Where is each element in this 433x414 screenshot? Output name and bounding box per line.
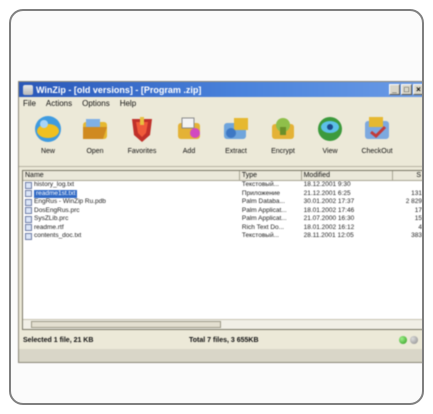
favorites-icon bbox=[132, 117, 152, 142]
horizontal-scrollbar[interactable] bbox=[23, 319, 422, 329]
menu-help[interactable]: Help bbox=[120, 99, 136, 108]
encrypt-icon bbox=[272, 118, 294, 139]
file-type: Palm Databa... bbox=[241, 198, 285, 205]
app-window: WinZip - [old versions] - [Program .zip]… bbox=[18, 81, 422, 363]
rtf-file-icon bbox=[25, 224, 32, 232]
table-row[interactable]: SysZLib.prc Palm Applicat... 21.07.2000 … bbox=[23, 215, 422, 224]
close-icon[interactable]: × bbox=[413, 84, 422, 95]
palm-db-icon bbox=[25, 198, 32, 206]
column-name[interactable]: Name bbox=[23, 171, 240, 180]
file-name: SysZLib.prc bbox=[34, 215, 69, 222]
menu-file[interactable]: File bbox=[23, 99, 36, 108]
file-size: 2 829 bbox=[405, 198, 422, 205]
view-button[interactable]: View bbox=[307, 109, 353, 165]
status-total: Total 7 files, 3 655KB bbox=[189, 336, 259, 344]
column-size[interactable]: S bbox=[393, 171, 422, 180]
menu-bar: File Actions Options Help bbox=[19, 97, 422, 109]
file-type: Palm Applicat... bbox=[241, 206, 287, 214]
column-modified[interactable]: Modified bbox=[302, 171, 394, 180]
list-header: Name Type Modified S bbox=[23, 171, 422, 181]
table-row[interactable]: contents_doc.txt Текстовый... 28.11.2001… bbox=[23, 232, 422, 241]
checkout-icon bbox=[365, 117, 389, 139]
file-size: 15 bbox=[414, 215, 422, 222]
text-file-icon bbox=[25, 181, 32, 189]
table-row[interactable]: readme.rtf Rich Text Do... 18.01.2002 16… bbox=[23, 223, 422, 233]
taskbar-strip bbox=[19, 349, 422, 362]
file-name: readme1st.txt bbox=[34, 189, 78, 198]
palm-app-icon bbox=[25, 207, 32, 215]
title-bar[interactable]: WinZip - [old versions] - [Program .zip]… bbox=[19, 82, 422, 97]
file-type: Текстовый... bbox=[241, 181, 279, 188]
file-modified: 30.01.2002 17:37 bbox=[303, 198, 355, 205]
column-type[interactable]: Type bbox=[240, 171, 302, 180]
encrypt-button[interactable]: Encrypt bbox=[260, 109, 306, 165]
file-type: Rich Text Do... bbox=[241, 223, 285, 231]
file-modified: 21.12.2001 6:25 bbox=[303, 189, 351, 197]
text-file-icon bbox=[25, 232, 32, 240]
table-row[interactable]: EngRus - WinZip Ru.pdb Palm Databa... 30… bbox=[23, 198, 422, 207]
scrollbar-thumb[interactable] bbox=[31, 321, 221, 328]
window-title: WinZip - [old versions] - [Program .zip] bbox=[36, 84, 202, 95]
file-name: readme.rtf bbox=[34, 223, 64, 231]
file-modified: 21.07.2000 16:30 bbox=[303, 215, 355, 222]
open-button[interactable]: Open bbox=[72, 109, 118, 165]
view-icon bbox=[318, 117, 342, 141]
window-controls: _ □ × bbox=[389, 84, 422, 95]
add-button[interactable]: Add bbox=[166, 109, 212, 165]
file-modified: 18.12.2001 9:30 bbox=[303, 181, 351, 188]
maximize-icon[interactable]: □ bbox=[401, 84, 412, 95]
add-files-icon bbox=[178, 117, 200, 139]
table-row[interactable]: DosEngRus.prc Palm Applicat... 18.01.200… bbox=[23, 206, 422, 216]
minimize-icon[interactable]: _ bbox=[389, 84, 400, 95]
file-size bbox=[393, 181, 422, 190]
status-selected: Selected 1 file, 21 KB bbox=[23, 336, 94, 344]
file-size: 383 bbox=[411, 232, 422, 239]
file-size: 17 bbox=[414, 206, 422, 214]
menu-options[interactable]: Options bbox=[82, 99, 110, 108]
palm-app-icon bbox=[25, 215, 32, 223]
extract-icon bbox=[224, 118, 248, 139]
favorites-button[interactable]: Favorites bbox=[119, 109, 165, 165]
photo-frame: WinZip - [old versions] - [Program .zip]… bbox=[9, 9, 424, 405]
app-icon bbox=[23, 84, 33, 95]
file-name: contents_doc.txt bbox=[34, 232, 82, 239]
file-type: Текстовый... bbox=[241, 232, 279, 239]
file-type: Приложение bbox=[241, 189, 281, 197]
file-type: Palm Applicat... bbox=[241, 215, 287, 222]
status-indicators bbox=[399, 336, 418, 344]
checkout-button[interactable]: CheckOut bbox=[354, 109, 400, 165]
new-button[interactable]: New bbox=[25, 109, 71, 165]
new-archive-icon bbox=[35, 116, 61, 142]
file-size: 4 bbox=[418, 223, 422, 231]
file-name: EngRus - WinZip Ru.pdb bbox=[34, 198, 106, 205]
file-size: 131 bbox=[411, 189, 422, 197]
file-list[interactable]: Name Type Modified S history_log.txt Тек… bbox=[22, 170, 422, 330]
menu-actions[interactable]: Actions bbox=[46, 99, 72, 108]
status-bar: Selected 1 file, 21 KB Total 7 files, 3 … bbox=[19, 333, 422, 347]
table-row[interactable]: readme1st.txt Приложение 21.12.2001 6:25… bbox=[23, 189, 422, 198]
status-light-icon bbox=[399, 336, 407, 344]
file-modified: 28.11.2001 12:05 bbox=[303, 232, 354, 239]
toolbar: New Open Favorites Add Extract Encrypt V… bbox=[19, 109, 422, 167]
file-name: history_log.txt bbox=[34, 181, 75, 188]
app-file-icon bbox=[25, 190, 32, 198]
open-archive-icon bbox=[83, 119, 107, 139]
file-name: DosEngRus.prc bbox=[34, 206, 80, 214]
status-light-icon bbox=[410, 336, 418, 344]
extract-button[interactable]: Extract bbox=[213, 109, 259, 165]
file-modified: 18.01.2002 16:12 bbox=[303, 223, 355, 231]
table-row[interactable]: history_log.txt Текстовый... 18.12.2001 … bbox=[23, 181, 422, 190]
file-modified: 18.01.2002 17:46 bbox=[303, 206, 355, 214]
